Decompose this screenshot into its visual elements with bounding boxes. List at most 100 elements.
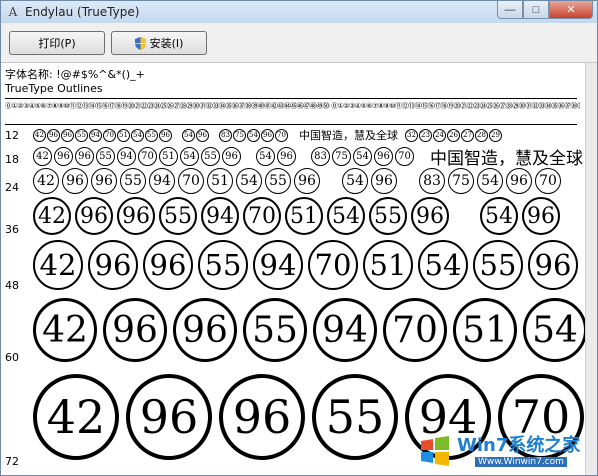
glyph-strip: 42 96 96 55 94 70 51 54 55 96 54 96 83 75 54 96 70 中国智造，慧… [33,127,502,143]
circled-number-glyph: 96 [75,146,94,166]
circled-number-glyph: 54 [247,128,260,142]
circled-number-glyph: 94 [149,168,175,194]
circled-number-glyph: 75 [448,168,474,194]
glyph-strip: 4296965594705154559654968375549670 [33,295,585,365]
circled-number-glyph: 54 [342,168,368,194]
close-button[interactable]: ✕ [549,1,593,19]
circled-number-glyph: 94 [117,146,136,166]
circled-number-glyph: 96 [88,240,138,290]
font-name-line: 字体名称: !@#$%^&*()_+ [5,68,145,81]
circled-number-glyph: 96 [222,146,241,166]
size-label: 18 [5,153,19,166]
circled-number-glyph: 27 [461,128,474,142]
circled-number-glyph: 70 [395,146,414,166]
circled-number-glyph: 83 [311,146,330,166]
windows-logo-icon [421,436,449,466]
circled-number-glyph: 55 [145,128,158,142]
circled-number-glyph: 96 [117,197,155,235]
circled-number-glyph: 55 [96,146,115,166]
circled-number-glyph: 55 [243,298,307,362]
minimize-button[interactable]: — [497,1,523,19]
vertical-scrollbar[interactable] [585,63,597,475]
circled-number-glyph: 55 [312,374,398,460]
circled-number-glyph: 55 [120,168,146,194]
circled-number-glyph: 96 [47,128,60,142]
circled-number-glyph: 96 [103,298,167,362]
circled-number-glyph: 55 [473,240,523,290]
circled-number-glyph: 96 [522,197,560,235]
glyph-strip: 42 96 96 55 94 70 51 54 55 96 54 96 83 75 54 96 70 中国智造，慧… [33,145,583,169]
install-button[interactable]: 安装(I) [111,31,207,55]
circled-number-glyph: 54 [256,146,275,166]
circled-number-glyph: 28 [475,128,488,142]
sample-row-24: 24 42 96 96 55 94 70 51 54 55 96 54 96 83 75 54 96 70 [1,167,585,195]
circled-number-glyph: 94 [89,128,102,142]
sample-row-36: 364296965594705154559654968375549670 [1,195,585,237]
size-label: 60 [5,351,19,364]
window-title: Endylau (TrueType) [25,5,140,19]
circled-number-glyph: 55 [75,128,88,142]
circled-number-glyph: 42 [33,298,97,362]
glyph-strip: 4296965594705154559654968375549670 [33,237,585,293]
sample-row-12: 12 42 96 96 55 94 70 51 54 55 96 54 96 83 75 54 96 70 中国智造… [1,127,585,143]
circled-number-glyph: 24 [433,128,446,142]
title-bar[interactable]: A Endylau (TrueType) — □ ✕ [1,1,597,23]
circled-number-glyph: 96 [54,146,73,166]
circled-number-glyph: 54 [523,298,585,362]
maximize-button[interactable]: □ [523,1,549,19]
circled-number-glyph: 55 [369,197,407,235]
circled-number-glyph: 54 [477,168,503,194]
circled-number-glyph: 94 [201,197,239,235]
circled-number-glyph: 51 [159,146,178,166]
circled-number-glyph: 70 [243,197,281,235]
circled-number-glyph: 96 [159,128,172,142]
circled-number-glyph: 83 [219,128,232,142]
circled-number-glyph: 96 [277,146,296,166]
circled-number-glyph: 70 [138,146,157,166]
size-label: 36 [5,223,19,236]
character-set-line: ⓪①②③④⑤⑥⑦⑧⑨⑩⑪⑫⑬⑭⑮⑯⑰⑱⑲⑳㉑㉒㉓㉔㉕㉖㉗㉘㉙㉚㉛㉜㉝㉞㉟㊱㊲㊳㊴… [5,102,580,110]
glyph-strip: 4296965594705154559654968375549670 [33,167,561,195]
circled-number-glyph: 70 [383,298,447,362]
circled-number-glyph: 51 [363,240,413,290]
shield-icon [134,36,146,50]
sample-row-48: 484296965594705154559654968375549670 [1,237,585,293]
font-preview-area: 字体名称: !@#$%^&*()_+ TrueType Outlines ⓪①②… [1,63,585,475]
circled-number-glyph: 54 [480,197,518,235]
watermark: Win7系统之家 Www.Winwin7.com [411,429,581,473]
circled-number-glyph: 54 [180,146,199,166]
install-button-label: 安装(I) [149,37,184,50]
circled-number-glyph: 55 [201,146,220,166]
font-file-icon: A [8,5,18,19]
circled-number-glyph: 96 [61,128,74,142]
circled-number-glyph: 96 [506,168,532,194]
circled-number-glyph: 51 [117,128,130,142]
watermark-url: Www.Winwin7.com [475,457,567,467]
glyph-strip: 4296965594705154559654968375549670 [33,195,585,237]
circled-number-glyph: 96 [261,128,274,142]
circled-number-glyph: 29 [489,128,502,142]
sample-row-60: 604296965594705154559654968375549670 [1,295,585,365]
circled-number-glyph: 96 [75,197,113,235]
circled-number-glyph: 70 [103,128,116,142]
divider [5,124,577,125]
circled-number-glyph: 96 [374,146,393,166]
circled-number-glyph: 54 [236,168,262,194]
circled-number-glyph: 83 [419,168,445,194]
circled-number-glyph: 55 [159,197,197,235]
circled-number-glyph: 96 [371,168,397,194]
print-button-label: 打印(P) [38,37,76,50]
circled-number-glyph: 75 [332,146,351,166]
circled-number-glyph: 96 [173,298,237,362]
size-label: 48 [5,279,19,292]
size-label: 24 [5,181,19,194]
size-label: 12 [5,129,19,142]
circled-number-glyph: 96 [219,374,305,460]
circled-number-glyph: 54 [353,146,372,166]
circled-number-glyph: 42 [33,146,52,166]
circled-number-glyph: 42 [33,128,46,142]
print-button[interactable]: 打印(P) [9,31,105,55]
circled-number-glyph: 54 [418,240,468,290]
circled-number-glyph: 70 [535,168,561,194]
circled-number-glyph: 32 [405,128,418,142]
